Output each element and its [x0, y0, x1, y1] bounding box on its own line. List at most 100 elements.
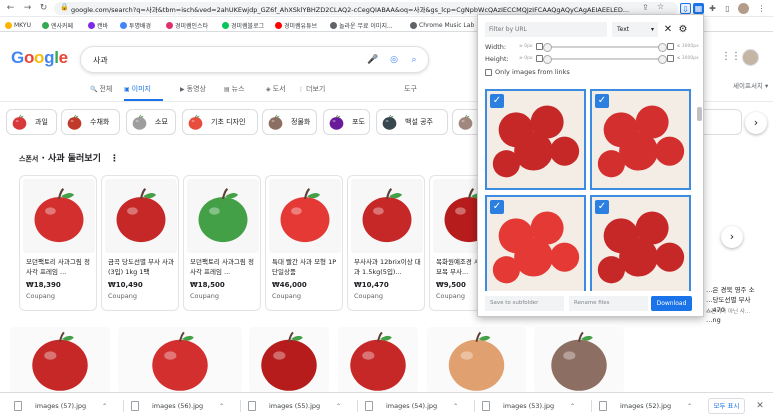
product-image[interactable]	[23, 179, 95, 253]
image-result[interactable]	[118, 327, 242, 393]
height-slider[interactable]	[542, 54, 667, 64]
popup-scrollbar[interactable]	[697, 107, 702, 121]
only-links-checkbox[interactable]	[485, 68, 492, 76]
width-min-checkbox[interactable]	[535, 43, 543, 50]
chevron-up-icon[interactable]: ⌃	[336, 403, 341, 410]
search-input[interactable]: 사과	[93, 55, 108, 66]
chevron-up-icon[interactable]: ⌃	[570, 403, 575, 410]
bookmark-item[interactable]: 투명배경	[120, 20, 151, 30]
rename-files-input[interactable]: Rename files	[569, 296, 648, 311]
tools-button[interactable]: 도구	[404, 82, 417, 96]
product-title[interactable]: 금곡 당도선별 부사 사과 (3입) 1kg 1팩	[108, 257, 176, 277]
bookmark-item[interactable]: 경미쌤블로그	[222, 20, 264, 30]
download-item[interactable]: images (57).jpg ⌃	[14, 398, 107, 414]
product-title[interactable]: 모던팩토리 사과그림 정사각 프레임 ...	[190, 257, 258, 277]
forward-icon[interactable]: →	[22, 3, 33, 14]
download-item[interactable]: images (52).jpg ⌃	[599, 398, 692, 414]
account-avatar[interactable]	[742, 49, 759, 66]
filter-url-input[interactable]	[485, 22, 607, 37]
product-card[interactable]: 특대 빨간 사과 모형 1P단일상품 ₩46,000 Coupang	[265, 175, 343, 311]
filter-chip[interactable]: 소묘	[126, 109, 176, 135]
close-shelf-icon[interactable]: ✕	[754, 399, 766, 413]
product-card[interactable]: 금곡 당도선별 부사 사과 (3입) 1kg 1팩 ₩10,490 Coupang	[101, 175, 179, 311]
extensions-puzzle-icon[interactable]: ✚	[707, 3, 718, 14]
filter-chip[interactable]: 백설 공주	[376, 109, 448, 135]
product-image[interactable]	[269, 179, 341, 253]
filter-chip[interactable]: 기초 디자인	[182, 109, 258, 135]
bookmark-star-icon[interactable]: ☆	[657, 2, 664, 11]
show-all-downloads-button[interactable]: 모두 표시	[708, 398, 745, 414]
chevron-up-icon[interactable]: ⌃	[219, 403, 224, 410]
gear-icon[interactable]: ⚙	[677, 22, 689, 37]
image-checkbox[interactable]: ✓	[595, 94, 609, 108]
image-result[interactable]	[427, 327, 526, 393]
search-icon[interactable]: ⌕	[408, 54, 420, 66]
bookmark-item[interactable]: 캔바	[88, 20, 108, 30]
product-card[interactable]: 부사사과 12brix이상 대과 1.5kg(5입)... ₩10,470 Coup…	[347, 175, 425, 311]
image-result[interactable]	[249, 327, 329, 393]
download-item[interactable]: images (53).jpg ⌃	[482, 398, 575, 414]
width-slider[interactable]	[542, 42, 667, 52]
product-image[interactable]	[187, 179, 259, 253]
popup-image[interactable]: ✓	[485, 195, 586, 291]
download-item[interactable]: images (55).jpg ⌃	[248, 398, 341, 414]
image-checkbox[interactable]: ✓	[595, 200, 609, 214]
chevron-up-icon[interactable]: ⌃	[453, 403, 458, 410]
tab-4[interactable]: ▤ 뉴스	[224, 82, 245, 96]
popup-image[interactable]: ✓	[590, 89, 691, 190]
subfolder-input[interactable]: Save to subfolder	[485, 296, 564, 311]
bookmark-item[interactable]: 놀라운 무료 이미지...	[330, 20, 393, 30]
filter-type-select[interactable]: Text ▾	[612, 22, 658, 37]
product-title[interactable]: 모던팩토리 사과그림 정사각 프레임 ...	[26, 257, 94, 277]
image-downloader-extension-icon[interactable]: ⇩	[680, 3, 691, 14]
product-title[interactable]: 특대 빨간 사과 모형 1P단일상품	[272, 257, 340, 277]
profile-avatar[interactable]	[738, 3, 749, 14]
chevron-up-icon[interactable]: ⌃	[102, 403, 107, 410]
download-item[interactable]: images (54).jpg ⌃	[365, 398, 458, 414]
reload-icon[interactable]: ↻	[38, 3, 49, 14]
safesearch-toggle[interactable]: 세이프서치 ▾	[733, 80, 768, 90]
back-icon[interactable]: ←	[5, 3, 16, 14]
popup-image[interactable]: ✓	[485, 89, 586, 190]
tab-3[interactable]: ▶ 동영상	[180, 82, 206, 96]
tab-6[interactable]: ⋮ 더보기	[298, 82, 325, 96]
tab-5[interactable]: ◈ 도서	[266, 82, 286, 96]
height-min-checkbox[interactable]	[535, 55, 543, 62]
tab-2[interactable]: ▣ 이미지	[124, 82, 151, 96]
download-item[interactable]: images (56).jpg ⌃	[131, 398, 224, 414]
product-image[interactable]	[105, 179, 177, 253]
chevron-up-icon[interactable]: ⌃	[687, 403, 692, 410]
google-logo[interactable]: Google	[11, 48, 68, 68]
apps-grid-icon[interactable]: ⋮⋮	[721, 51, 741, 62]
image-result[interactable]	[10, 327, 110, 393]
chips-next-icon[interactable]: ›	[745, 112, 767, 134]
lens-icon[interactable]: ◎	[388, 54, 400, 66]
popup-image[interactable]: ✓	[590, 195, 691, 291]
lock-icon[interactable]: 🔒	[60, 3, 69, 11]
image-checkbox[interactable]: ✓	[490, 94, 504, 108]
more-options-icon[interactable]: ⋮	[110, 154, 119, 164]
bookmark-item[interactable]: 엔사커페	[42, 20, 73, 30]
download-button[interactable]: Download	[651, 296, 692, 311]
extension-icon-blue[interactable]: ▦	[693, 3, 704, 14]
share-icon[interactable]: ⇪	[642, 3, 649, 12]
only-links-option[interactable]: Only images from links	[485, 68, 570, 76]
bookmark-item[interactable]: 경미쌤인스타	[166, 20, 208, 30]
voice-search-icon[interactable]: 🎤	[367, 54, 379, 66]
filter-chip[interactable]: 정물화	[262, 109, 317, 135]
product-title[interactable]: 부사사과 12brix이상 대과 1.5kg(5입)...	[354, 257, 422, 277]
product-card[interactable]: 모던팩토리 사과그림 정사각 프레임 ... ₩18,390 Coupang	[19, 175, 97, 311]
filter-chip[interactable]: 수채화	[61, 109, 120, 135]
height-max-checkbox[interactable]	[666, 55, 674, 62]
width-max-checkbox[interactable]	[666, 43, 674, 50]
bookmark-item[interactable]: MKYU	[5, 20, 31, 30]
products-next-icon[interactable]: ›	[721, 226, 743, 248]
image-checkbox[interactable]: ✓	[490, 200, 504, 214]
image-result[interactable]	[338, 327, 418, 393]
url-text[interactable]: google.com/search?q=사과&tbm=isch&ved=2ahU…	[71, 4, 631, 14]
image-result[interactable]	[534, 327, 624, 393]
chrome-menu-icon[interactable]: ⋮	[756, 3, 767, 14]
filter-chip[interactable]: 포도	[323, 109, 370, 135]
filter-chip[interactable]: 과일	[6, 109, 57, 135]
search-box[interactable]: 사과 🎤 ◎ ⌕	[80, 46, 429, 73]
